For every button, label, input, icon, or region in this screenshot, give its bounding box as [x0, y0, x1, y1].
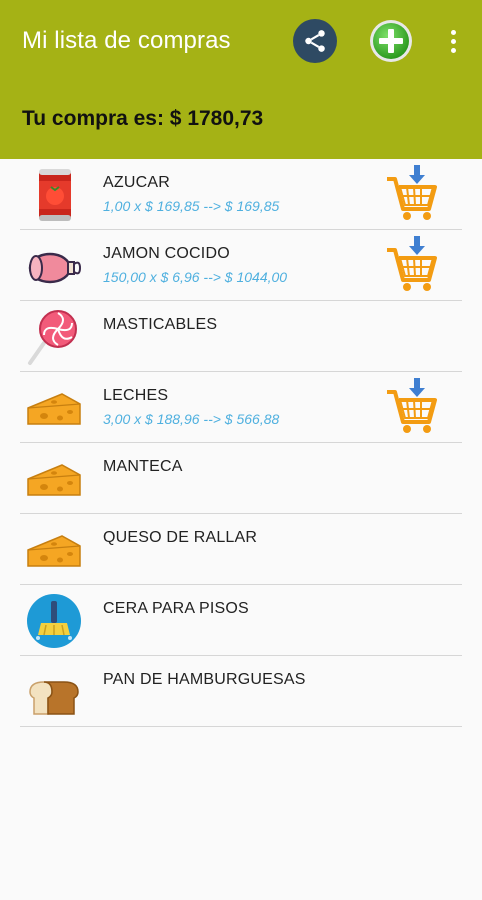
item-name: JAMON COCIDO: [103, 245, 230, 262]
purchase-total: Tu compra es: $ 1780,73: [22, 107, 264, 130]
list-item[interactable]: MASTICABLES: [0, 301, 482, 372]
list-item[interactable]: CERA PARA PISOS: [0, 585, 482, 656]
cheese-icon: [27, 393, 81, 425]
item-name: PAN DE HAMBURGUESAS: [103, 671, 306, 688]
app-title: Mi lista de compras: [22, 27, 231, 54]
item-price-detail: 150,00 x $ 6,96 --> $ 1044,00: [103, 269, 288, 285]
list-item[interactable]: PAN DE HAMBURGUESAS: [0, 656, 482, 727]
lollipop-icon: [28, 310, 77, 365]
item-name: CERA PARA PISOS: [103, 600, 249, 617]
cheese-icon: [27, 535, 81, 567]
item-name: MASTICABLES: [103, 316, 218, 333]
more-vert-icon: [450, 29, 456, 35]
item-price-detail: 1,00 x $ 169,85 --> $ 169,85: [103, 198, 280, 214]
list-item[interactable]: MANTECA: [0, 443, 482, 514]
list-item[interactable]: AZUCAR 1,00 x $ 169,85 --> $ 169,85: [0, 159, 482, 230]
item-name: AZUCAR: [103, 174, 170, 191]
cheese-icon: [27, 464, 81, 496]
item-name: MANTECA: [103, 458, 183, 475]
list-item[interactable]: QUESO DE RALLAR: [0, 514, 482, 585]
share-icon: [305, 30, 325, 52]
add-item-button[interactable]: [369, 19, 413, 63]
cart-icon[interactable]: [383, 236, 441, 296]
app-bar: Mi lista de compras: [0, 0, 482, 80]
item-price-detail: 3,00 x $ 188,96 --> $ 566,88: [103, 411, 280, 427]
list-item[interactable]: LECHES 3,00 x $ 188,96 --> $ 566,88: [0, 372, 482, 443]
bread-icon: [29, 681, 79, 715]
list-item[interactable]: JAMON COCIDO 150,00 x $ 6,96 --> $ 1044,…: [0, 230, 482, 301]
tomato-can-icon: [39, 169, 71, 221]
share-button[interactable]: [293, 19, 337, 63]
cart-icon[interactable]: [383, 378, 441, 438]
add-circle-icon: [370, 20, 412, 62]
cleaning-broom-icon: [27, 594, 81, 648]
overflow-menu-button[interactable]: [443, 24, 463, 58]
cart-icon[interactable]: [383, 165, 441, 225]
ham-icon: [28, 252, 82, 284]
item-name: LECHES: [103, 387, 169, 404]
item-name: QUESO DE RALLAR: [103, 529, 258, 546]
